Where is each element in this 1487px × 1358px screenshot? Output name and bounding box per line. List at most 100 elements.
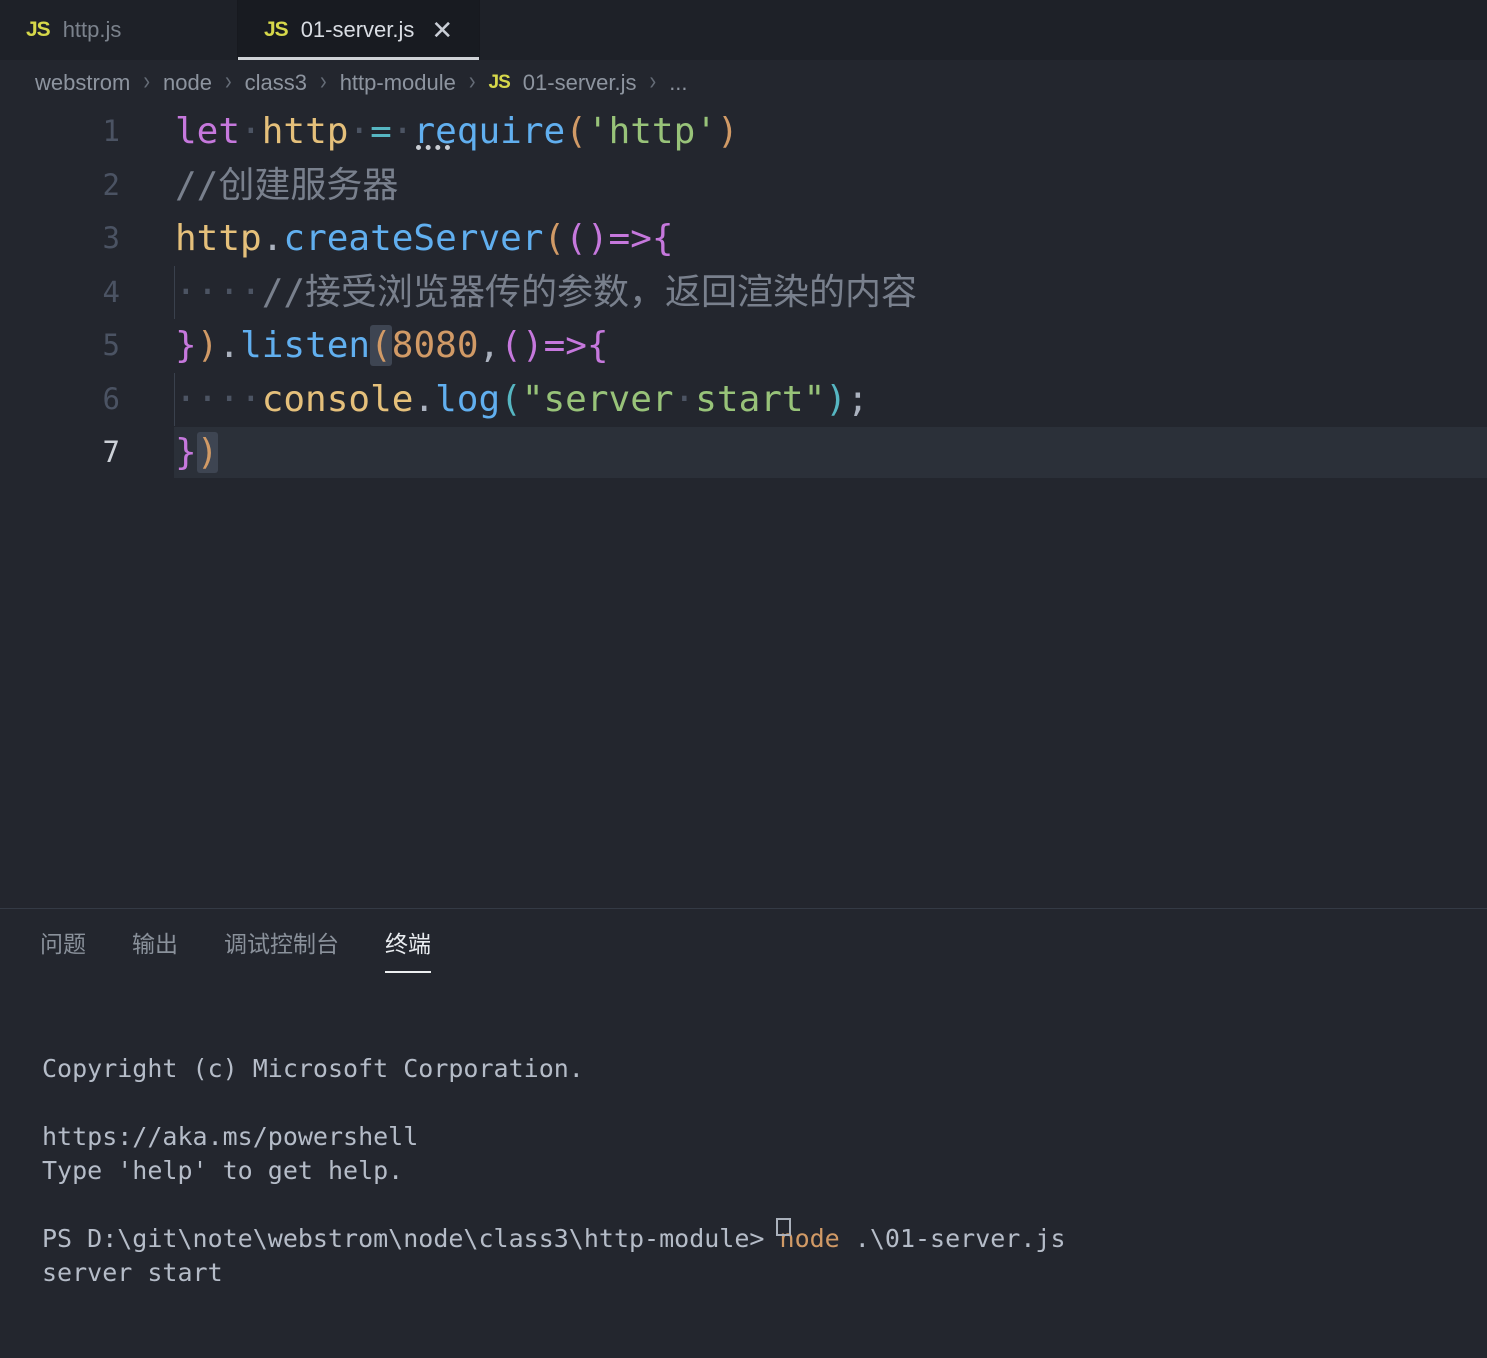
code-token: { — [587, 325, 609, 366]
code-line: 3http.createServer(()=>{ — [0, 212, 1487, 266]
line-number: 4 — [0, 266, 120, 320]
breadcrumb: webstrom›node›class3›http-module›JS01-se… — [0, 60, 1487, 105]
line-number: 3 — [0, 212, 120, 266]
code-token: createServer — [283, 218, 543, 259]
breadcrumb-item[interactable]: http-module — [340, 70, 456, 96]
code-token: ···· — [175, 379, 262, 420]
terminal-line: Type 'help' to get help. — [42, 1154, 1487, 1188]
code-text: ····//接受浏览器传的参数，返回渲染的内容 — [175, 266, 917, 320]
code-text: }) — [175, 426, 218, 480]
code-token: //接受浏览器传的参数，返回渲染的内容 — [262, 272, 917, 313]
code-token: ; — [847, 379, 869, 420]
code-token: ) — [717, 111, 739, 152]
terminal-text: https://aka.ms/powershell — [42, 1122, 418, 1151]
code-text: let·http·=·require('http') — [175, 105, 739, 159]
code-token: ( — [500, 379, 522, 420]
code-token: ( — [565, 218, 587, 259]
terminal-text: Type 'help' to get help. — [42, 1156, 403, 1185]
terminal-text: .\01-server.js — [840, 1224, 1066, 1253]
line-number: 7 — [0, 426, 120, 480]
bracket-match: ) — [197, 432, 219, 473]
terminal-line: https://aka.ms/powershell — [42, 1120, 1487, 1154]
code-token: . — [218, 325, 240, 366]
code-token: } — [175, 325, 197, 366]
code-token: http — [262, 111, 349, 152]
code-token: ( — [565, 111, 587, 152]
code-token: ···· — [175, 272, 262, 313]
code-token: ) — [522, 325, 544, 366]
breadcrumb-item[interactable]: ... — [669, 70, 687, 96]
code-token: http — [175, 218, 262, 259]
code-token: · — [392, 111, 414, 152]
tab-label: 01-server.js — [301, 17, 415, 43]
terminal-text: Copyright (c) Microsoft Corporation. — [42, 1054, 584, 1083]
panel-tab-item[interactable]: 调试控制台 — [224, 925, 339, 973]
code-token: ) — [825, 379, 847, 420]
code-token: //创建服务器 — [175, 165, 398, 206]
code-token: "server — [522, 379, 674, 420]
breadcrumb-item[interactable]: webstrom — [35, 70, 130, 96]
terminal-cursor — [776, 1218, 791, 1236]
line-number: 6 — [0, 373, 120, 427]
code-token: log — [435, 379, 500, 420]
terminal-output[interactable]: Copyright (c) Microsoft Corporation. htt… — [42, 984, 1487, 1227]
code-area[interactable]: 1 let·http·=·require('http') 2 //创建服务器 3 http… — [0, 105, 1487, 908]
code-token: => — [544, 325, 587, 366]
code-token: 'http' — [587, 111, 717, 152]
code-token: · — [674, 379, 696, 420]
code-token: listen — [240, 325, 370, 366]
code-token: · — [348, 111, 370, 152]
chevron-right-icon: › — [143, 68, 150, 98]
panel-tab-item[interactable]: 问题 — [40, 925, 86, 973]
code-token: { — [652, 218, 674, 259]
js-icon: JS — [26, 18, 50, 42]
code-token: , — [479, 325, 501, 366]
code-text: ····console.log("server·start"); — [175, 373, 869, 427]
terminal-line — [42, 1086, 1487, 1120]
panel-tab-terminal-active[interactable]: 终端 — [385, 925, 431, 973]
code-token: require — [413, 111, 565, 152]
code-token: . — [262, 218, 284, 259]
js-icon: JS — [264, 18, 288, 42]
code-line: 2 //创建服务器 — [0, 159, 1487, 213]
tab-http-js[interactable]: JS http.js — [0, 0, 238, 60]
breadcrumb-item[interactable]: 01-server.js — [523, 70, 637, 96]
close-icon[interactable]: ✕ — [431, 17, 453, 43]
code-token: ) — [587, 218, 609, 259]
line-number: 1 — [0, 105, 120, 159]
terminal-line: PS D:\git\note\webstrom\node\class3\http… — [42, 1222, 1487, 1256]
editor-tabbar: JS http.js JS 01-server.js ✕ — [0, 0, 1487, 60]
tab-01-server-js[interactable]: JS 01-server.js ✕ — [238, 0, 480, 60]
chevron-right-icon: › — [225, 68, 232, 98]
terminal-line — [42, 1188, 1487, 1222]
code-text: http.createServer(()=>{ — [175, 212, 674, 266]
panel-tab-item[interactable]: 输出 — [132, 925, 178, 973]
tab-label: http.js — [63, 17, 122, 43]
code-line: 7}) — [0, 426, 1487, 480]
code-token: => — [609, 218, 652, 259]
current-line-highlight — [174, 427, 1487, 478]
code-line: 6 ····console.log("server·start"); — [0, 373, 1487, 427]
code-text: }).listen(8080,()=>{ — [175, 319, 609, 373]
code-token: ( — [543, 218, 565, 259]
line-number: 5 — [0, 319, 120, 373]
code-token: ( — [500, 325, 522, 366]
breadcrumb-item[interactable]: class3 — [245, 70, 307, 96]
panel-tabs: 问题输出调试控制台终端 — [0, 909, 1487, 973]
code-line: 1 let·http·=·require('http') — [0, 105, 1487, 159]
chevron-right-icon: › — [469, 68, 476, 98]
line-number: 2 — [0, 159, 120, 213]
terminal-line: server start — [42, 1256, 1487, 1290]
terminal-text: PS D:\git\note\webstrom\node\class3\http… — [42, 1224, 780, 1253]
code-text: //创建服务器 — [175, 159, 398, 213]
code-token: . — [413, 379, 435, 420]
code-line: 4 ····//接受浏览器传的参数，返回渲染的内容 — [0, 266, 1487, 320]
bottom-panel: 问题输出调试控制台终端 Copyright (c) Microsoft Corp… — [0, 908, 1487, 1227]
code-token: } — [175, 432, 197, 473]
terminal-line: Copyright (c) Microsoft Corporation. — [42, 1052, 1487, 1086]
breadcrumb-item[interactable]: node — [163, 70, 212, 96]
code-token: console — [262, 379, 414, 420]
code-token: start" — [695, 379, 825, 420]
terminal-text: server start — [42, 1258, 223, 1287]
code-line: 5}).listen(8080,()=>{ — [0, 319, 1487, 373]
